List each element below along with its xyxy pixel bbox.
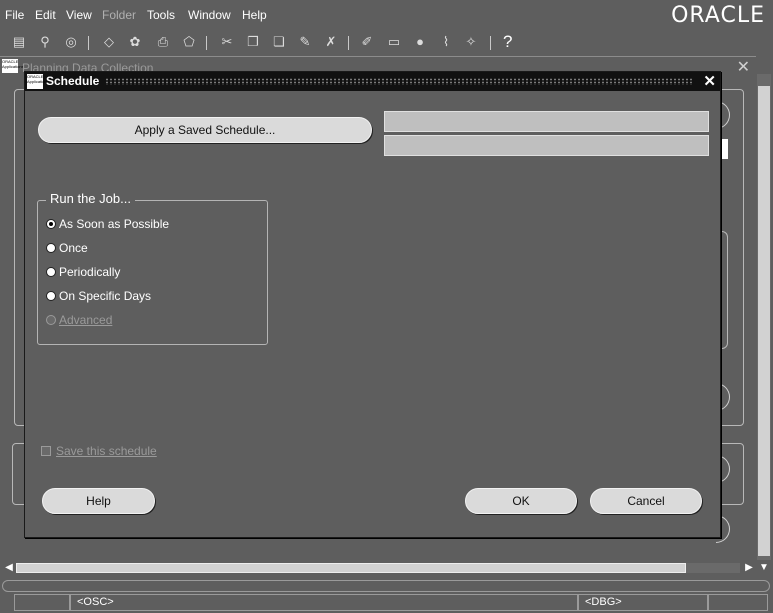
menu-folder[interactable]: Folder [102,8,136,22]
radio-label: Periodically [59,265,121,279]
vertical-scroll-thumb[interactable] [758,86,770,556]
menu-tools[interactable]: Tools [147,8,175,22]
status-field [14,594,70,611]
horizontal-scroll-thumb[interactable] [16,563,686,573]
status-osc: <OSC> [70,594,578,611]
globe-icon[interactable]: ● [411,34,429,50]
schedule-dialog: ORACLE Applications Schedule ✕ Apply a S… [24,71,721,538]
scroll-left-icon[interactable]: ◀ [2,562,16,574]
status-bar: <OSC> <DBG> [0,578,773,613]
toolbar-separator [88,36,89,50]
apply-saved-schedule-button[interactable]: Apply a Saved Schedule... [38,117,372,143]
navigator-icon[interactable]: ◎ [62,34,80,50]
radio-label: Advanced [59,313,113,327]
find-icon[interactable]: ⚲ [36,34,54,50]
scroll-right-icon[interactable]: ▶ [742,562,756,574]
status-field [708,594,768,611]
menu-edit[interactable]: Edit [35,8,56,22]
cancel-button[interactable]: Cancel [590,488,702,514]
background-field-edge [720,139,728,159]
toolbar: ▤ ⚲ ◎ ◇ ✿ ⎙ ⬠ ✂ ❐ ❏ ✎ ✗ ✐ ▭ ● ⌇ ✧ ? [0,30,773,56]
help-button[interactable]: Help [42,488,155,514]
folder-icon[interactable]: ▭ [385,34,403,50]
dialog-title: Schedule [46,74,100,88]
delete-icon[interactable]: ✗ [322,34,340,50]
save-schedule-checkbox [41,446,51,456]
radio-label: As Soon as Possible [59,217,170,231]
oracle-logo: ORACLE [671,3,765,28]
clear-icon[interactable]: ⬠ [180,34,198,50]
menu-view[interactable]: View [66,8,92,22]
status-message-area [2,580,770,592]
new-icon[interactable]: ▤ [10,34,28,50]
status-dbg: <DBG> [578,594,708,611]
horizontal-scrollbar[interactable]: ◀ ▶ ▼ [0,560,773,576]
menu-help[interactable]: Help [242,8,267,22]
radio-label: Once [59,241,88,255]
menu-bar: File Edit View Folder Tools Window Help … [0,0,773,30]
close-icon[interactable]: ✕ [703,72,716,90]
radio-button[interactable] [46,267,56,277]
vertical-scrollbar[interactable] [757,74,771,560]
title-bar-texture [105,78,694,85]
oracle-apps-logo: ORACLE Applications [2,59,24,73]
radio-label: On Specific Days [59,289,152,303]
toolbar-separator [206,36,207,50]
radio-button [46,315,56,325]
edit-icon[interactable]: ✎ [296,34,314,50]
toolbar-separator [348,36,349,50]
radio-button[interactable] [46,291,56,301]
close-form-icon[interactable]: ⎙ [154,34,172,50]
radio-button[interactable] [46,219,56,229]
ok-button[interactable]: OK [465,488,577,514]
oracle-apps-logo: ORACLE Applications [27,74,49,89]
help-icon[interactable]: ? [503,32,512,52]
cut-icon[interactable]: ✂ [218,34,236,50]
paste-icon[interactable]: ❏ [270,34,288,50]
run-job-group: Run the Job... As Soon as Possible Once … [37,191,268,345]
run-job-group-label: Run the Job... [46,191,135,206]
schedule-description-field [384,135,709,156]
horizontal-scroll-track[interactable] [16,563,740,573]
copy-icon[interactable]: ❐ [244,34,262,50]
radio-button[interactable] [46,243,56,253]
save-schedule-label: Save this schedule [56,444,157,458]
close-icon[interactable]: ✕ [737,57,750,77]
translation-icon[interactable]: ✐ [358,34,376,50]
save-icon[interactable]: ◇ [100,34,118,50]
scroll-down-icon[interactable]: ▼ [757,562,771,574]
menu-file[interactable]: File [5,8,24,22]
schedule-name-field [384,111,709,132]
attachments-icon[interactable]: ⌇ [437,34,455,50]
zoom-icon[interactable]: ✧ [462,34,480,50]
print-icon[interactable]: ✿ [126,34,144,50]
toolbar-separator [490,36,491,50]
menu-window[interactable]: Window [188,8,231,22]
dialog-title-bar[interactable]: ORACLE Applications Schedule ✕ [25,72,720,91]
